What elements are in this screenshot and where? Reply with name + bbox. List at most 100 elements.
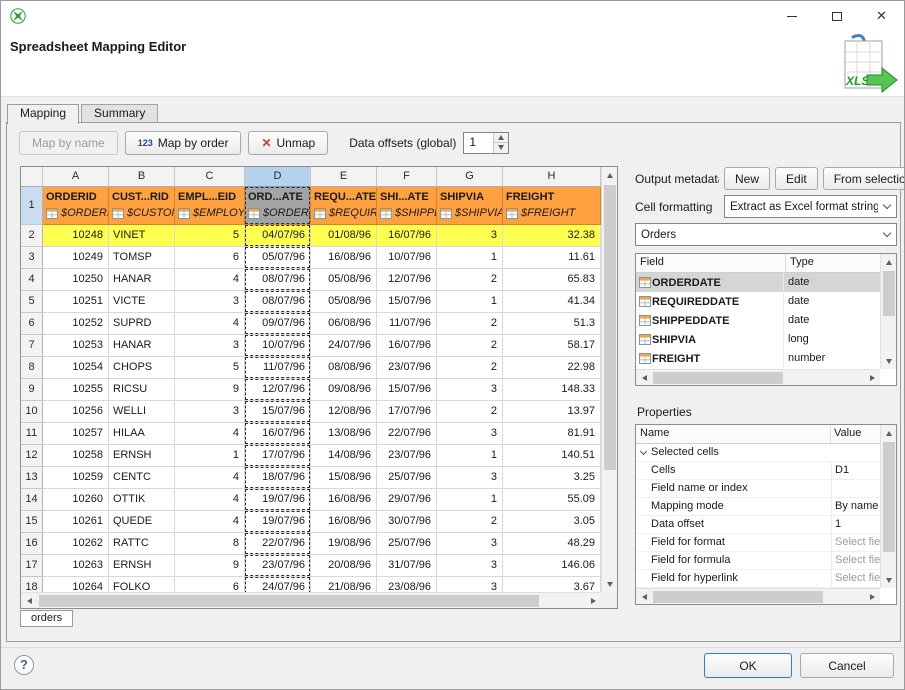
grid-cell[interactable]: QUEDE <box>109 511 175 533</box>
scroll-up-button[interactable] <box>881 254 897 270</box>
grid-cell[interactable]: ERNSH <box>109 445 175 467</box>
horizontal-scrollbar-thumb[interactable] <box>39 595 539 607</box>
property-row[interactable]: Field for hyperlinkSelect field <box>636 570 880 588</box>
grid-cell[interactable]: 14/08/96 <box>311 445 377 467</box>
grid-cell[interactable]: 29/07/96 <box>377 489 437 511</box>
grid-cell[interactable]: 12/08/96 <box>311 401 377 423</box>
grid-column-header-a[interactable]: A <box>43 167 109 187</box>
grid-row-header[interactable]: 16 <box>21 533 43 555</box>
property-row[interactable]: Field for formulaSelect field <box>636 552 880 570</box>
field-row[interactable]: SHIPPEDDATEdate <box>636 311 880 330</box>
edit-metadata-button[interactable]: Edit <box>775 167 818 190</box>
grid-cell[interactable]: 9 <box>175 379 245 401</box>
grid-cell[interactable]: 11.61 <box>503 247 601 269</box>
grid-cell[interactable]: 8 <box>175 533 245 555</box>
grid-cell[interactable]: 25/07/96 <box>377 533 437 555</box>
grid-cell[interactable]: 24/07/96 <box>311 335 377 357</box>
grid-cell[interactable]: 10253 <box>43 335 109 357</box>
field-table-vertical-scrollbar[interactable] <box>880 254 896 369</box>
maximize-button[interactable] <box>814 1 859 31</box>
grid-cell[interactable]: 3.67 <box>503 577 601 592</box>
close-button[interactable]: ✕ <box>859 1 904 31</box>
grid-cell[interactable]: CHOPS <box>109 357 175 379</box>
data-offsets-spinner[interactable]: 1 <box>463 132 509 154</box>
grid-cell[interactable]: SUPRD <box>109 313 175 335</box>
grid-cell[interactable]: 04/07/96 <box>245 225 311 247</box>
grid-cell[interactable]: 81.91 <box>503 423 601 445</box>
grid-cell[interactable]: 3 <box>175 335 245 357</box>
grid-column-header-g[interactable]: G <box>437 167 503 187</box>
grid-cell[interactable]: VICTE <box>109 291 175 313</box>
grid-cell[interactable]: 05/08/96 <box>311 291 377 313</box>
vertical-scrollbar-thumb[interactable] <box>883 442 895 552</box>
grid-cell[interactable]: 16/08/96 <box>311 247 377 269</box>
from-selection-button[interactable]: From selection <box>823 167 905 190</box>
grid-cell[interactable]: 10261 <box>43 511 109 533</box>
grid-cell[interactable]: TOMSP <box>109 247 175 269</box>
grid-cell[interactable]: 2 <box>437 335 503 357</box>
map-by-name-button[interactable]: Map by name <box>19 131 118 155</box>
unmap-button[interactable]: ✕ Unmap <box>248 131 328 155</box>
grid-cell[interactable]: 19/08/96 <box>311 533 377 555</box>
scroll-left-button[interactable] <box>636 370 652 386</box>
grid-row-header[interactable]: 5 <box>21 291 43 313</box>
grid-cell[interactable]: 12/07/96 <box>377 269 437 291</box>
chevron-down-icon[interactable] <box>636 444 651 461</box>
grid-row-header[interactable]: 18 <box>21 577 43 592</box>
grid-cell[interactable]: 31/07/96 <box>377 555 437 577</box>
scroll-down-button[interactable] <box>881 353 897 369</box>
grid-cell[interactable]: 25/07/96 <box>377 467 437 489</box>
grid-cell[interactable]: 23/07/96 <box>377 357 437 379</box>
grid-cell[interactable]: 10259 <box>43 467 109 489</box>
grid-cell[interactable]: 4 <box>175 423 245 445</box>
property-row[interactable]: CellsD1 <box>636 462 880 480</box>
grid-cell[interactable]: 2 <box>437 313 503 335</box>
grid-cell[interactable]: 22/07/96 <box>377 423 437 445</box>
ok-button[interactable]: OK <box>704 653 792 678</box>
grid-cell[interactable]: ERNSH <box>109 555 175 577</box>
grid-cell[interactable]: 09/08/96 <box>311 379 377 401</box>
grid-cell[interactable]: 4 <box>175 467 245 489</box>
grid-cell[interactable]: 3 <box>437 555 503 577</box>
grid-cell[interactable]: 22/07/96 <box>245 533 311 555</box>
grid-row-header[interactable]: 12 <box>21 445 43 467</box>
field-row[interactable]: ORDERDATEdate <box>636 273 880 292</box>
grid-cell[interactable]: 11/07/96 <box>377 313 437 335</box>
grid-cell[interactable]: 3 <box>437 577 503 592</box>
grid-cell[interactable]: 18/07/96 <box>245 467 311 489</box>
chevron-down-icon[interactable] <box>878 224 896 245</box>
mapped-header-cell[interactable]: SHI...ATE$SHIPPEDDATE <box>377 187 437 225</box>
grid-cell[interactable]: RICSU <box>109 379 175 401</box>
grid-row-header[interactable]: 15 <box>21 511 43 533</box>
grid-cell[interactable]: 1 <box>175 445 245 467</box>
grid-cell[interactable]: 15/08/96 <box>311 467 377 489</box>
grid-cell[interactable]: 15/07/96 <box>377 291 437 313</box>
grid-cell[interactable]: 19/07/96 <box>245 489 311 511</box>
grid-cell[interactable]: 1 <box>437 445 503 467</box>
grid-row-header[interactable]: 3 <box>21 247 43 269</box>
grid-cell[interactable]: 16/07/96 <box>377 335 437 357</box>
grid-cell[interactable]: 15/07/96 <box>245 401 311 423</box>
field-column-header[interactable]: Field <box>636 254 786 272</box>
grid-cell[interactable]: 4 <box>175 511 245 533</box>
name-column-header[interactable]: Name <box>636 425 831 443</box>
grid-cell[interactable]: 10/07/96 <box>377 247 437 269</box>
grid-cell[interactable]: 32.38 <box>503 225 601 247</box>
grid-cell[interactable]: 48.29 <box>503 533 601 555</box>
mapped-header-cell[interactable]: ORDERID$ORDERID <box>43 187 109 225</box>
grid-row-header[interactable]: 1 <box>21 187 43 225</box>
grid-cell[interactable]: 1 <box>437 247 503 269</box>
grid-cell[interactable]: 10257 <box>43 423 109 445</box>
grid-cell[interactable]: 2 <box>437 357 503 379</box>
grid-cell[interactable]: 13/08/96 <box>311 423 377 445</box>
grid-cell[interactable]: 3 <box>175 291 245 313</box>
grid-row-header[interactable]: 14 <box>21 489 43 511</box>
horizontal-scrollbar-thumb[interactable] <box>653 591 823 603</box>
horizontal-scrollbar-thumb[interactable] <box>653 372 783 384</box>
grid-corner-cell[interactable] <box>21 167 43 187</box>
grid-cell[interactable]: 13.97 <box>503 401 601 423</box>
grid-cell[interactable]: 16/08/96 <box>311 489 377 511</box>
scroll-right-button[interactable] <box>864 370 880 386</box>
grid-cell[interactable]: 08/07/96 <box>245 269 311 291</box>
grid-cell[interactable]: 16/07/96 <box>377 225 437 247</box>
